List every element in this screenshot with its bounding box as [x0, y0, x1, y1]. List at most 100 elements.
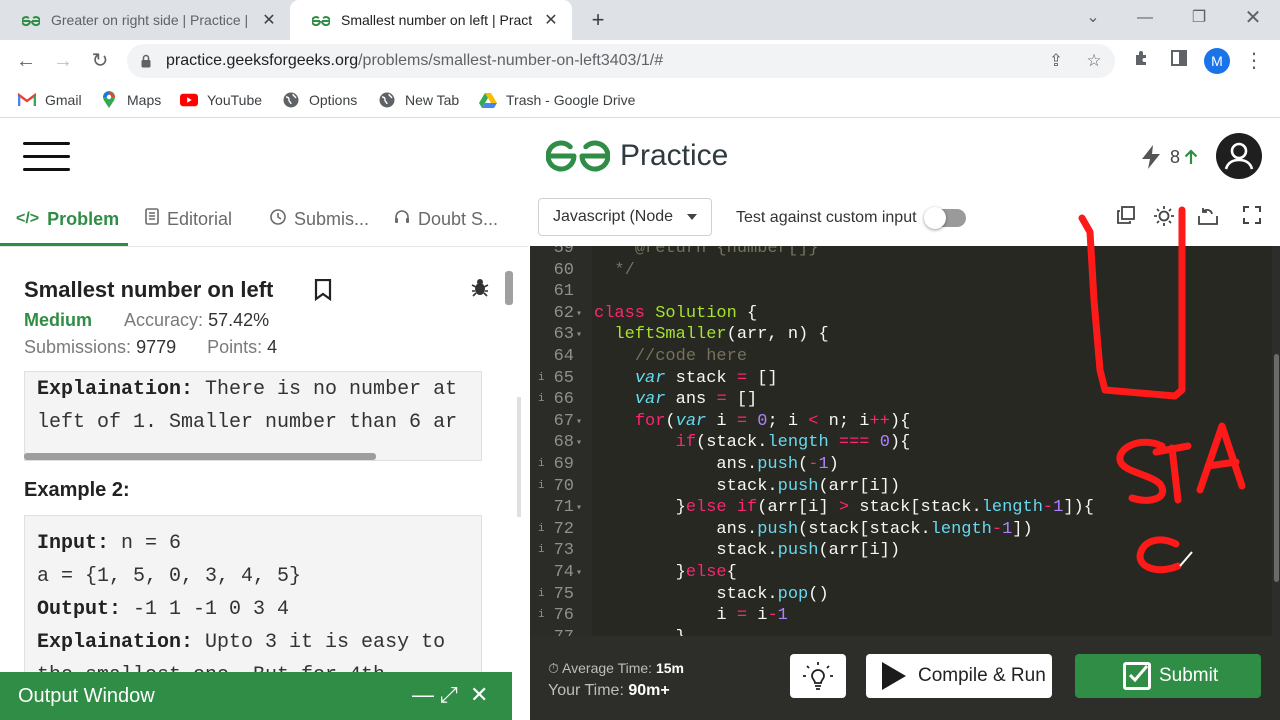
bookmark-maps[interactable]: Maps [100, 91, 161, 109]
code-line[interactable]: 72 i ans.push(stack[stack.length-1]) [530, 520, 1272, 542]
lint-info-icon[interactable]: i [538, 588, 545, 600]
lint-info-icon[interactable]: i [538, 458, 545, 470]
code-text: class Solution { [594, 303, 758, 323]
url-host: practice.geeksforgeeks.org [166, 52, 359, 69]
code-line[interactable]: 65 i var stack = [] [530, 369, 1272, 391]
code-line[interactable]: 62 ▾ class Solution { [530, 304, 1272, 326]
panel-scrollbar-track[interactable] [517, 397, 521, 517]
address-bar[interactable]: practice.geeksforgeeks.org/problems/smal… [127, 44, 1115, 78]
code-line[interactable]: 70 i stack.push(arr[i]) [530, 477, 1272, 499]
language-select[interactable]: Javascript (Node [538, 198, 712, 236]
reload-icon[interactable]: ↻ [86, 47, 114, 75]
code-line[interactable]: 61 [530, 282, 1272, 304]
bookmark-star-icon[interactable]: ☆ [1083, 51, 1105, 71]
fold-arrow-icon[interactable]: ▾ [576, 567, 582, 579]
lint-info-icon[interactable]: i [538, 609, 545, 621]
bookmark-trash-drive[interactable]: Trash - Google Drive [479, 91, 635, 109]
code-line[interactable]: 73 i stack.push(arr[i]) [530, 541, 1272, 563]
panel-scrollbar-thumb[interactable] [505, 271, 513, 305]
minimize-window-icon[interactable]: — [1118, 0, 1172, 36]
fullscreen-icon[interactable] [1240, 206, 1264, 230]
fold-arrow-icon[interactable]: ▾ [576, 329, 582, 341]
code-line[interactable]: 67 ▾ for(var i = 0; i < n; i++){ [530, 412, 1272, 434]
profile-avatar[interactable]: M [1204, 48, 1230, 74]
streak-counter[interactable]: 8 [1140, 144, 1198, 170]
code-text: }else{ [594, 563, 737, 582]
fold-arrow-icon[interactable]: ▾ [576, 502, 582, 514]
compile-and-run-button[interactable]: Compile & Run [866, 654, 1052, 698]
report-bug-icon[interactable] [470, 277, 490, 297]
submissions-label: Submissions: [24, 337, 132, 357]
forward-arrow-icon[interactable]: → [49, 47, 77, 75]
hint-button[interactable] [790, 654, 846, 698]
bookmark-gmail[interactable]: Gmail [18, 91, 82, 109]
extensions-puzzle-icon[interactable] [1130, 49, 1154, 73]
average-time: ⏱ Average Time: 15m [548, 660, 684, 677]
code-line[interactable]: 71 ▾ }else if(arr[i] > stack[stack.length… [530, 498, 1272, 520]
example-line-text: -1 1 -1 0 3 4 [121, 598, 290, 621]
new-tab-plus-icon[interactable]: + [584, 6, 612, 34]
submit-button[interactable]: Submit [1075, 654, 1261, 698]
difficulty-badge: Medium [24, 310, 93, 330]
code-text: */ [614, 260, 635, 280]
lint-info-icon[interactable]: i [538, 393, 545, 405]
code-line[interactable]: 60 */ [530, 261, 1272, 283]
tab-submissions[interactable]: Submis... [270, 206, 369, 232]
site-header: Practice 8 [0, 120, 1280, 192]
code-line[interactable]: 64 //code here [530, 347, 1272, 369]
bookmark-options[interactable]: Options [282, 91, 357, 109]
close-tab-icon[interactable]: ✕ [260, 10, 278, 30]
tab-editorial[interactable]: Editorial [145, 206, 232, 232]
gfg-practice-logo[interactable]: Practice [546, 135, 728, 177]
code-line[interactable]: 68 ▾ if(stack.length === 0){ [530, 433, 1272, 455]
example-line-text: n = 6 [109, 532, 182, 555]
reset-code-icon[interactable] [1196, 206, 1220, 230]
example-line: Explaination: There is no number at [37, 378, 457, 401]
problem-description-panel: Smallest number on left Medium Accuracy:… [0, 246, 528, 720]
back-arrow-icon[interactable]: ← [12, 47, 40, 75]
code-line[interactable]: 66 i var ans = [] [530, 390, 1272, 412]
output-window-bar[interactable]: Output Window — ⤢ ✕ [0, 672, 512, 720]
code-line[interactable]: 75 i stack.pop() [530, 585, 1272, 607]
close-window-icon[interactable]: ✕ [1226, 0, 1280, 36]
editor-scrollbar-thumb[interactable] [1274, 354, 1279, 582]
lint-info-icon[interactable]: i [538, 480, 545, 492]
minimize-icon[interactable]: — [412, 682, 434, 708]
horizontal-scrollbar[interactable] [24, 453, 376, 460]
fold-arrow-icon[interactable]: ▾ [576, 416, 582, 428]
code-line[interactable]: 77 } [530, 628, 1272, 636]
lint-info-icon[interactable]: i [538, 523, 545, 535]
tab-problem[interactable]: </> Problem [16, 206, 119, 232]
fold-arrow-icon[interactable]: ▾ [576, 308, 582, 320]
browser-tab-smallest-on-left[interactable]: Smallest number on left | Practice ✕ [290, 0, 572, 40]
close-tab-icon[interactable]: ✕ [542, 10, 560, 30]
hamburger-menu-icon[interactable] [23, 140, 70, 172]
fold-arrow-icon[interactable]: ▾ [576, 437, 582, 449]
bookmark-new-tab[interactable]: New Tab [378, 91, 459, 109]
browser-menu-kebab-icon[interactable]: ⋮ [1242, 49, 1266, 73]
code-line[interactable]: 74 ▾ }else{ [530, 563, 1272, 585]
copy-icon[interactable] [1114, 206, 1138, 230]
example-line: Explaination: Upto 3 it is easy to [37, 631, 445, 654]
tab-search-chevron-icon[interactable]: ⌄ [1066, 0, 1120, 36]
tab-doubt-support[interactable]: Doubt S... [394, 206, 498, 232]
bookmark-icon[interactable] [314, 279, 332, 301]
lint-info-icon[interactable]: i [538, 544, 545, 556]
editor-scrollbar[interactable] [1272, 246, 1280, 636]
restore-window-icon[interactable]: ❐ [1172, 0, 1226, 36]
user-avatar-icon[interactable] [1216, 133, 1262, 179]
code-line[interactable]: 59 @return {number[]} [530, 246, 1272, 261]
code-line[interactable]: 69 i ans.push(-1) [530, 455, 1272, 477]
code-line[interactable]: 76 i i = i-1 [530, 606, 1272, 628]
browser-tab-greater-on-right[interactable]: Greater on right side | Practice | G ✕ [0, 0, 290, 40]
close-icon[interactable]: ✕ [470, 682, 488, 708]
code-line[interactable]: 63 ▾ leftSmaller(arr, n) { [530, 325, 1272, 347]
code-editor[interactable]: 59 @return {number[]} 60 */61 62 ▾ class Sol… [530, 246, 1272, 636]
custom-input-toggle[interactable] [924, 207, 966, 229]
theme-sun-icon[interactable] [1152, 206, 1176, 230]
lint-info-icon[interactable]: i [538, 372, 545, 384]
share-icon[interactable]: ⇪ [1045, 51, 1067, 71]
side-panel-icon[interactable] [1167, 49, 1191, 73]
expand-icon[interactable]: ⤢ [440, 682, 458, 708]
bookmark-youtube[interactable]: YouTube [180, 91, 262, 109]
